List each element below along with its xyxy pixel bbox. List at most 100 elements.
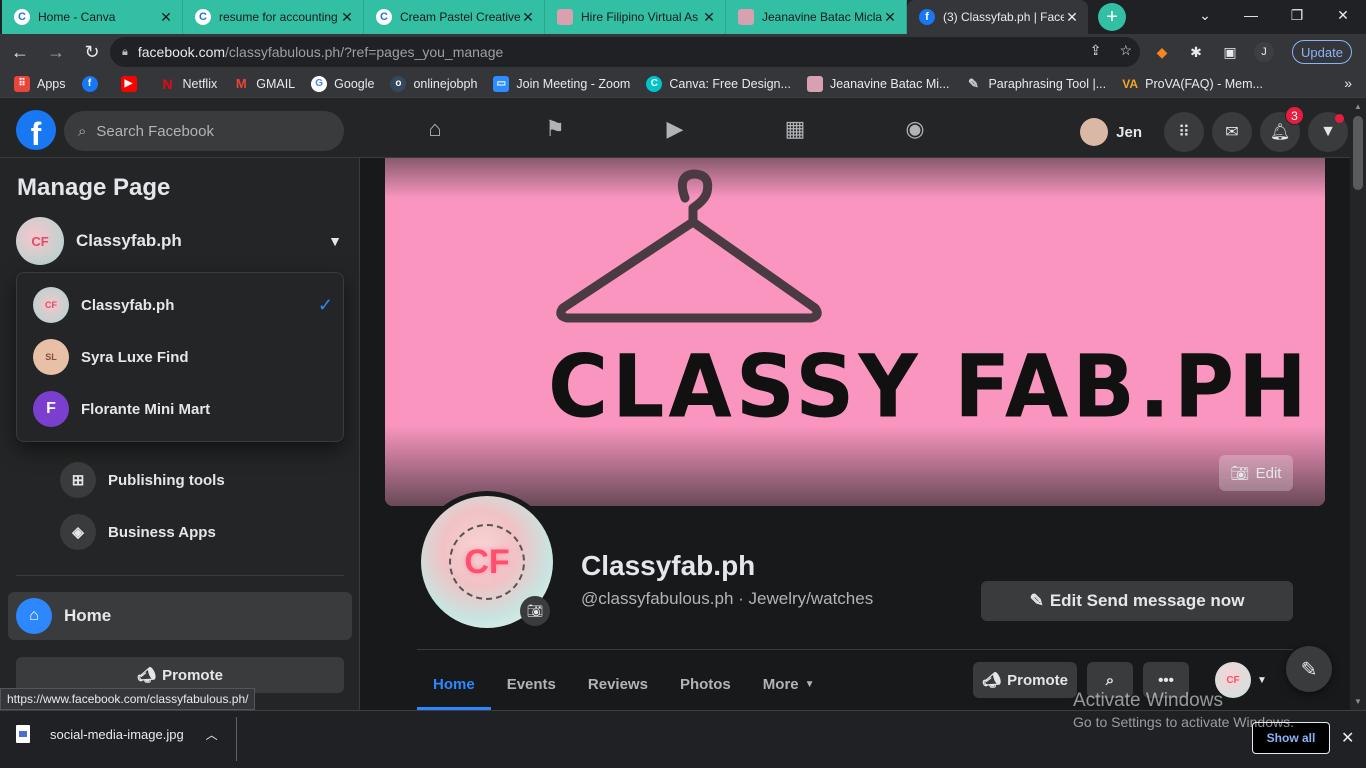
cover-top-shade (385, 158, 1325, 198)
url-input[interactable]: 🔒︎ facebook.com/classyfabulous.ph/?ref=p… (110, 37, 1140, 67)
bookmark-google[interactable]: G Google (311, 75, 374, 92)
chevron-up-icon[interactable]: ︿ (206, 726, 218, 743)
compose-message-button[interactable]: ✎ (1286, 646, 1332, 692)
tab-more[interactable]: More ▼ (747, 658, 831, 710)
scroll-up-icon[interactable]: ▲ (1354, 102, 1362, 111)
scrollbar-thumb[interactable] (1353, 116, 1363, 190)
update-button[interactable]: Update (1292, 40, 1352, 64)
tab-events[interactable]: Events (491, 658, 572, 710)
bookmark-apps[interactable]: ⠿ Apps (14, 75, 66, 92)
forward-arrow-icon[interactable]: → (40, 36, 72, 68)
menu-grid-icon[interactable]: ⠿ (1164, 112, 1204, 152)
bookmark-facebook[interactable]: f (81, 75, 105, 92)
sidebar-item-publishing-tools[interactable]: ⊞ Publishing tools (60, 462, 225, 498)
close-icon[interactable]: ✕ (1064, 9, 1080, 26)
zoom-icon: ▭ (493, 75, 510, 92)
close-icon[interactable]: ✕ (339, 9, 355, 26)
bookmark-jeanavine[interactable]: Jeanavine Batac Mi... (806, 75, 949, 92)
cube-icon: ◈ (60, 514, 96, 550)
promote-button[interactable]: 📣︎ Promote (973, 662, 1077, 698)
browser-tab[interactable]: C Home - Canva ✕ (2, 0, 183, 34)
profile-avatar[interactable]: J (1254, 42, 1274, 62)
scroll-down-icon[interactable]: ▼ (1354, 697, 1362, 706)
cover-text: CLASSY FAB.PH (548, 337, 1311, 438)
facebook-header: f ⌕ Search Facebook ⌂ ⚑ ▶ ▦ ◉ Jen ⠿ ✉ 🔔︎… (0, 98, 1366, 158)
restore-icon[interactable]: ❐ (1274, 0, 1320, 30)
close-icon[interactable]: ✕ (882, 9, 898, 26)
back-arrow-icon[interactable]: ← (4, 36, 36, 68)
page-option[interactable]: SL Syra Luxe Find (33, 337, 333, 377)
share-icon[interactable]: ⇪ (1090, 42, 1102, 59)
manage-page-sidebar: Manage Page CF Classyfab.ph ▼ CF Classyf… (0, 158, 360, 710)
tab-reviews[interactable]: Reviews (572, 658, 664, 710)
page-option[interactable]: F Florante Mini Mart (33, 389, 333, 429)
reload-icon[interactable]: ↻ (76, 36, 108, 68)
scrollbar[interactable]: ▲ ▼ (1350, 98, 1366, 710)
page-switcher-dropdown: CF Classyfab.ph ✓ SL Syra Luxe Find F Fl… (16, 272, 344, 442)
onlinejobs-icon: o (390, 75, 407, 92)
bookmark-zoom[interactable]: ▭ Join Meeting - Zoom (493, 75, 630, 92)
star-icon[interactable]: ☆ (1119, 42, 1132, 59)
marketplace-nav-icon[interactable]: ▦ (735, 106, 855, 152)
bookmark-label: Apps (37, 76, 66, 91)
close-icon[interactable]: ✕ (701, 9, 717, 26)
minimize-icon[interactable]: — (1228, 0, 1274, 30)
caret-down-icon: ▼ (804, 678, 815, 690)
account-chevron-icon[interactable]: ▼ (1308, 112, 1348, 152)
close-icon[interactable]: ✕ (520, 9, 536, 26)
windows-activation-watermark: Activate Windows Go to Settings to activ… (1073, 690, 1294, 730)
divider (16, 575, 344, 576)
notifications-bell-icon[interactable]: 🔔︎ 3 (1260, 106, 1304, 152)
facebook-icon: f (81, 75, 98, 92)
profile-photo-icon (738, 9, 754, 25)
bookmark-canva[interactable]: C Canva: Free Design... (646, 75, 791, 92)
browser-tab[interactable]: C resume for accounting ✕ (183, 0, 364, 34)
new-tab-button[interactable]: + (1098, 3, 1126, 31)
puzzle-icon[interactable]: ✱ (1186, 42, 1206, 62)
watch-nav-icon[interactable]: ▶ (615, 106, 735, 152)
chevron-double-right-icon[interactable]: » (1344, 75, 1352, 91)
tab-home[interactable]: Home (417, 658, 491, 710)
groups-nav-icon[interactable]: ◉ (855, 106, 975, 152)
facebook-logo-icon[interactable]: f (16, 110, 56, 150)
home-nav-icon[interactable]: ⌂ (375, 106, 495, 152)
sidepanel-icon[interactable]: ▣ (1220, 42, 1240, 62)
close-icon[interactable]: ✕ (1341, 728, 1354, 748)
camera-icon[interactable]: 📷︎ (520, 596, 550, 626)
messenger-icon[interactable]: ✉ (1212, 112, 1252, 152)
search-input[interactable]: ⌕ Search Facebook (64, 111, 344, 151)
caret-down-icon[interactable]: ▼ (328, 233, 342, 249)
close-window-icon[interactable]: ✕ (1320, 0, 1366, 30)
page-switcher[interactable]: CF Classyfab.ph ▼ (16, 216, 346, 266)
page-option[interactable]: CF Classyfab.ph ✓ (33, 285, 333, 325)
metamask-icon[interactable]: ◆ (1152, 42, 1172, 62)
close-icon[interactable]: ✕ (158, 9, 174, 26)
flag-nav-icon[interactable]: ⚑ (495, 106, 615, 152)
profile-chip[interactable]: Jen (1080, 118, 1142, 146)
bookmark-prova[interactable]: VA ProVA(FAQ) - Mem... (1122, 76, 1263, 92)
sidebar-item-home[interactable]: ⌂ Home (8, 592, 352, 640)
cf-logo: CF (449, 524, 525, 600)
current-page-name: Classyfab.ph (76, 231, 182, 250)
facebook-icon: f (919, 9, 935, 25)
bookmark-label: ProVA(FAQ) - Mem... (1145, 76, 1263, 91)
browser-tab[interactable]: C Cream Pastel Creative ✕ (364, 0, 545, 34)
bookmark-gmail[interactable]: M GMAIL (233, 76, 295, 92)
sidebar-item-business-apps[interactable]: ◈ Business Apps (60, 514, 216, 550)
bookmark-onlinejobph[interactable]: o onlinejobph (390, 75, 477, 92)
download-item[interactable]: social-media-image.jpg ︿ (16, 725, 218, 743)
watermark-line: Activate Windows (1073, 690, 1223, 711)
bookmark-paraphrasing[interactable]: ✎ Paraphrasing Tool |... (965, 76, 1106, 92)
extension-icons: ◆ ✱ ▣ J (1152, 42, 1274, 62)
edit-cover-button[interactable]: 📷︎ Edit (1219, 455, 1293, 491)
bookmark-netflix[interactable]: N Netflix (160, 76, 217, 92)
divider (417, 649, 1293, 650)
tab-photos[interactable]: Photos (664, 658, 747, 710)
caret-down-icon[interactable]: ▼ (1257, 675, 1267, 686)
edit-send-message-button[interactable]: ✎ Edit Send message now (981, 581, 1293, 621)
browser-tab-active[interactable]: f (3) Classyfab.ph | Face ✕ (907, 0, 1088, 34)
chevron-down-icon[interactable]: ⌄ (1182, 0, 1228, 30)
browser-tab[interactable]: Jeanavine Batac Micla ✕ (726, 0, 907, 34)
browser-tab[interactable]: Hire Filipino Virtual As ✕ (545, 0, 726, 34)
bookmark-youtube[interactable]: ▶ (120, 75, 144, 92)
